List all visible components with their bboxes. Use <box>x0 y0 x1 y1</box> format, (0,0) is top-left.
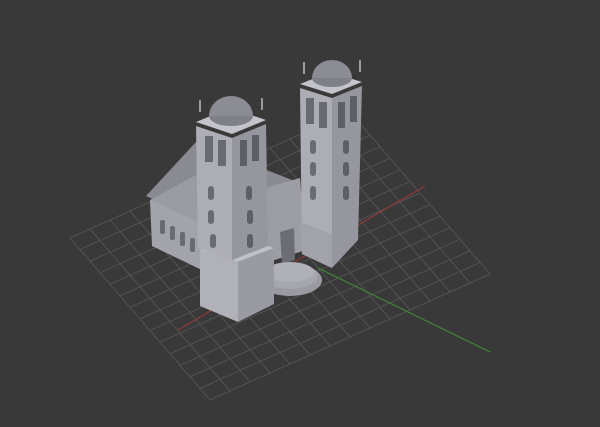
central-door-recess <box>280 228 295 264</box>
viewport-canvas[interactable] <box>0 0 600 427</box>
grid-line <box>349 111 491 275</box>
right-tower <box>300 60 362 268</box>
church-model[interactable] <box>146 60 362 322</box>
left-tower <box>196 96 274 322</box>
3d-viewport[interactable] <box>0 0 600 427</box>
